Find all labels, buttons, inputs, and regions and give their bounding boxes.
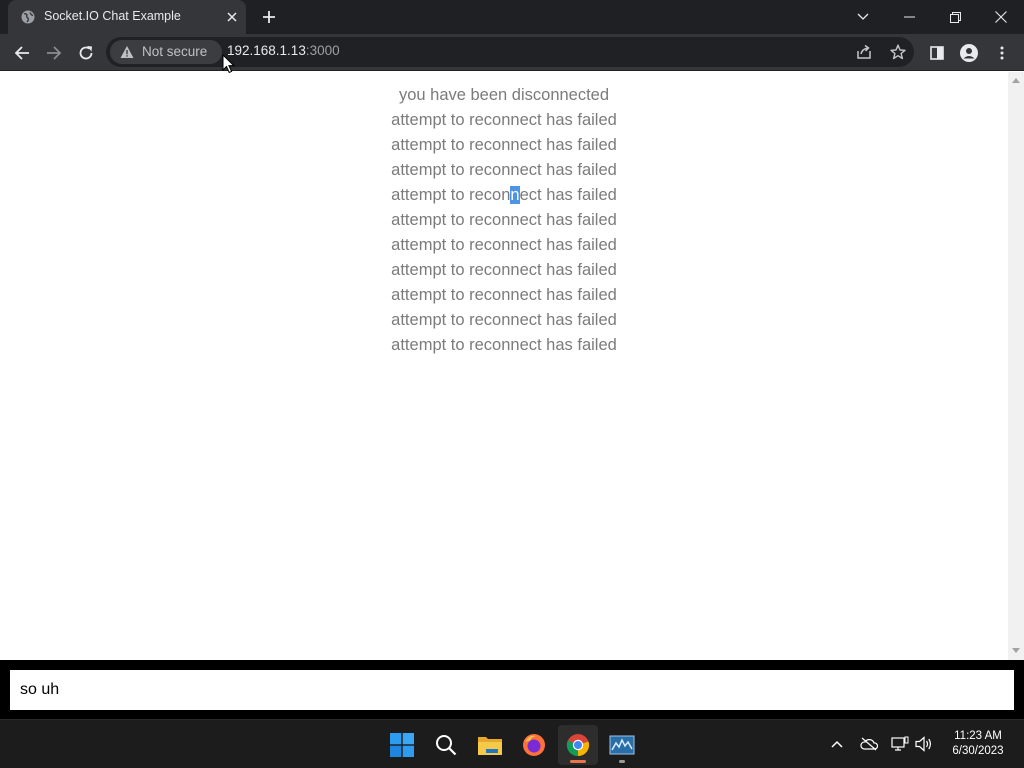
back-arrow-icon[interactable] (8, 39, 36, 67)
chat-message-input[interactable] (10, 670, 1014, 710)
bookmark-star-icon[interactable] (888, 42, 908, 62)
chat-message: attempt to reconnect has failed (391, 286, 617, 304)
text-selection-highlight: n (510, 186, 520, 204)
file-explorer-button[interactable] (470, 725, 510, 765)
close-window-icon[interactable] (978, 0, 1024, 34)
chat-message: attempt to reconnect has failed (391, 261, 617, 279)
clock-date: 6/30/2023 (952, 745, 1004, 757)
security-chip[interactable]: Not secure (110, 40, 222, 64)
onedrive-offline-icon[interactable] (859, 734, 879, 754)
chat-message: attempt to reconnect has failed (391, 136, 617, 154)
chrome-button[interactable] (558, 725, 598, 765)
chat-message: attempt to reconnect has failed (0, 183, 1008, 208)
chat-message: attempt to reconnect has failed (391, 236, 617, 254)
side-panel-icon[interactable] (923, 39, 951, 67)
browser-tabstrip: Socket.IO Chat Example (0, 0, 1024, 34)
search-icon (436, 735, 457, 756)
security-label: Not secure (142, 44, 208, 59)
warning-icon (120, 46, 134, 58)
message-list: you have been disconnected attempt to rec… (0, 83, 1008, 358)
start-button[interactable] (382, 725, 422, 765)
taskbar: 11:23 AM 6/30/2023 (0, 719, 1024, 768)
tab-search-chevron-icon[interactable] (840, 0, 886, 34)
more-menu-icon[interactable] (988, 39, 1016, 67)
chrome-icon (566, 734, 590, 757)
restore-icon[interactable] (932, 0, 978, 34)
message-text: ect has failed (519, 186, 617, 204)
scroll-down-arrow-icon[interactable] (1012, 648, 1020, 654)
close-tab-icon[interactable] (222, 7, 242, 27)
chat-message: attempt to reconnect has failed (391, 311, 617, 329)
browser-tab[interactable]: Socket.IO Chat Example (8, 0, 246, 34)
forward-arrow-icon[interactable] (40, 39, 68, 67)
message-text: attempt to recon (391, 186, 511, 204)
share-icon[interactable] (854, 42, 874, 62)
open-app-indicator (619, 760, 625, 763)
profile-icon[interactable] (955, 39, 983, 67)
page-viewport: you have been disconnected attempt to rec… (0, 72, 1008, 660)
resource-monitor-button[interactable] (602, 725, 642, 765)
clock-time: 11:23 AM (954, 730, 1002, 742)
scrollbar[interactable] (1008, 72, 1024, 660)
chat-message: attempt to reconnect has failed (391, 336, 617, 354)
folder-icon (478, 737, 502, 755)
network-icon[interactable] (890, 734, 910, 754)
taskbar-clock[interactable]: 11:23 AM 6/30/2023 (940, 729, 1016, 759)
chat-message: attempt to reconnect has failed (391, 111, 617, 129)
active-app-indicator (570, 760, 586, 763)
globe-icon (21, 10, 35, 24)
chat-message: attempt to reconnect has failed (391, 161, 617, 179)
chat-message: attempt to reconnect has failed (391, 211, 617, 229)
url-host: 192.168.1.13 (227, 43, 306, 58)
new-tab-icon[interactable] (259, 7, 279, 27)
firefox-button[interactable] (514, 725, 554, 765)
chat-message: you have been disconnected (398, 86, 610, 104)
mouse-pointer-icon (222, 54, 236, 74)
search-button[interactable] (426, 725, 466, 765)
show-hidden-icons-chevron-icon[interactable] (827, 734, 847, 754)
tab-title: Socket.IO Chat Example (44, 9, 181, 23)
minimize-icon[interactable] (886, 0, 932, 34)
volume-icon[interactable] (914, 734, 934, 754)
url-text[interactable]: 192.168.1.13:3000 (227, 43, 340, 58)
monitor-graph-icon (609, 735, 635, 755)
chat-form (0, 660, 1024, 719)
browser-toolbar: Not secure 192.168.1.13:3000 (0, 34, 1024, 71)
firefox-icon (523, 734, 545, 756)
reload-icon[interactable] (72, 39, 100, 67)
windows-logo-icon (390, 733, 414, 757)
scroll-up-arrow-icon[interactable] (1012, 77, 1020, 83)
url-port: :3000 (305, 43, 340, 58)
